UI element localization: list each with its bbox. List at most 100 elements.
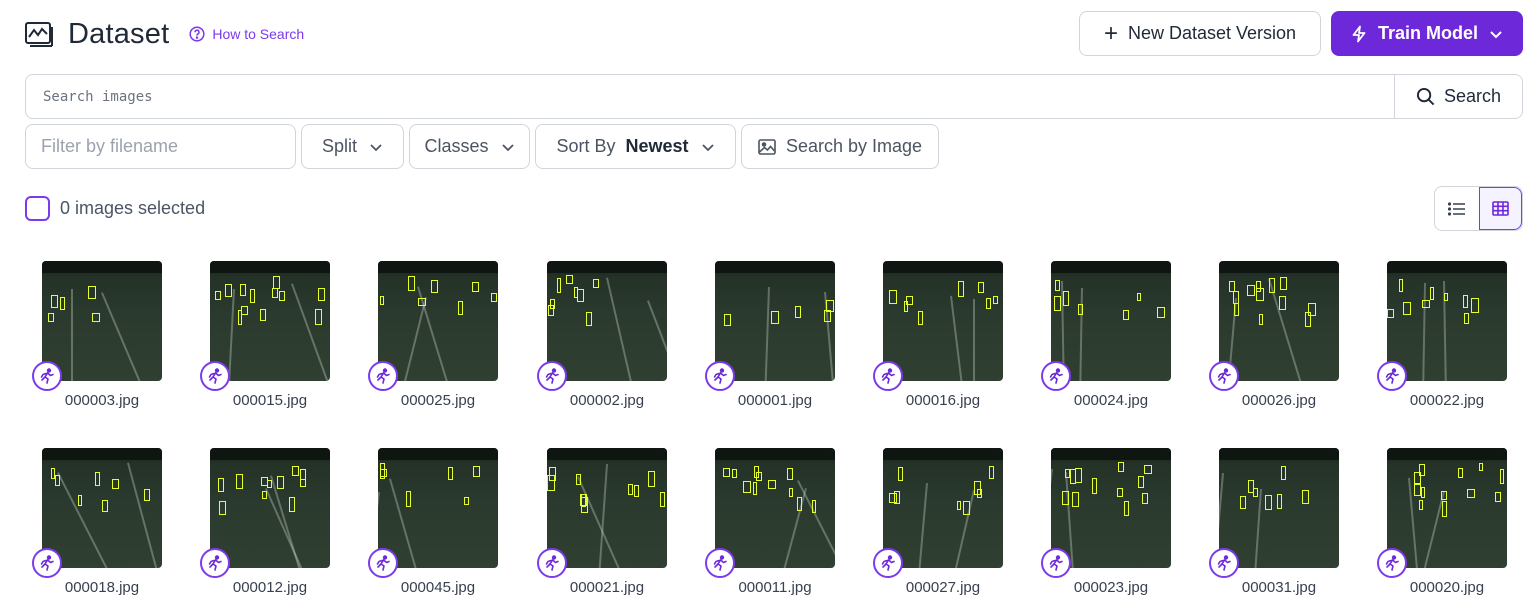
- annotation-box: [993, 296, 998, 304]
- classes-dropdown[interactable]: Classes: [409, 124, 530, 169]
- field-line: [596, 464, 608, 568]
- search-icon: [1416, 87, 1435, 106]
- annotation-box: [580, 494, 587, 506]
- image-card[interactable]: 000045.jpg: [360, 448, 500, 608]
- annotation-box: [586, 312, 592, 326]
- annotation-box: [1277, 494, 1282, 509]
- field-line: [973, 299, 975, 381]
- image-card[interactable]: 000012.jpg: [192, 448, 332, 608]
- image-card[interactable]: 000027.jpg: [865, 448, 1005, 608]
- image-filename: 000016.jpg: [905, 392, 981, 409]
- image-filename: 000023.jpg: [1073, 579, 1149, 596]
- field-line: [1250, 489, 1262, 568]
- image-thumbnail[interactable]: [1387, 448, 1507, 568]
- image-card[interactable]: 000031.jpg: [1201, 448, 1341, 608]
- filename-filter-input[interactable]: [25, 124, 296, 169]
- selection-row: 0 images selected: [25, 196, 205, 221]
- annotation-box: [1302, 490, 1309, 504]
- annotation-box: [1229, 281, 1235, 292]
- image-thumbnail[interactable]: [378, 448, 498, 568]
- image-thumbnail[interactable]: [42, 261, 162, 381]
- image-thumbnail[interactable]: [210, 448, 330, 568]
- annotation-box: [260, 309, 266, 321]
- annotation-box: [576, 474, 581, 485]
- annotation-box: [1458, 468, 1463, 478]
- sort-value: Newest: [625, 136, 689, 156]
- annotation-box: [812, 500, 816, 513]
- image-card[interactable]: 000001.jpg: [697, 261, 837, 421]
- new-dataset-version-button[interactable]: + New Dataset Version: [1079, 11, 1321, 56]
- image-card[interactable]: 000024.jpg: [1033, 261, 1173, 421]
- image-thumbnail[interactable]: [210, 261, 330, 381]
- image-thumbnail[interactable]: [1219, 261, 1339, 381]
- annotation-box: [1430, 287, 1434, 300]
- split-dropdown[interactable]: Split: [301, 124, 404, 169]
- grid-view-button[interactable]: [1478, 187, 1522, 230]
- image-thumbnail[interactable]: [1051, 261, 1171, 381]
- search-button[interactable]: Search: [1394, 75, 1522, 118]
- search-by-image-button[interactable]: Search by Image: [741, 124, 939, 169]
- image-thumbnail[interactable]: [42, 448, 162, 568]
- annotation-box: [102, 500, 108, 512]
- annotation-box: [986, 298, 991, 309]
- image-thumbnail[interactable]: [883, 261, 1003, 381]
- annotation-box: [787, 468, 793, 480]
- image-card[interactable]: 000025.jpg: [360, 261, 500, 421]
- annotation-box: [1421, 487, 1425, 498]
- person-class-badge-icon: [1041, 361, 1071, 391]
- image-card[interactable]: 000022.jpg: [1369, 261, 1509, 421]
- search-input[interactable]: [26, 75, 1394, 118]
- annotation-box: [1403, 302, 1411, 315]
- annotation-box: [88, 286, 96, 299]
- annotation-box: [1399, 279, 1403, 292]
- image-card[interactable]: 000011.jpg: [697, 448, 837, 608]
- image-thumbnail[interactable]: [1219, 448, 1339, 568]
- annotation-box: [218, 478, 224, 492]
- train-model-label: Train Model: [1377, 23, 1478, 43]
- chevron-down-icon: [501, 143, 514, 151]
- select-all-checkbox[interactable]: [25, 196, 50, 221]
- image-thumbnail[interactable]: [547, 448, 667, 568]
- thumbnail-background: [883, 261, 1003, 273]
- image-card[interactable]: 000026.jpg: [1201, 261, 1341, 421]
- annotation-box: [95, 472, 100, 486]
- annotation-box: [1414, 472, 1421, 484]
- image-thumbnail[interactable]: [715, 448, 835, 568]
- image-thumbnail[interactable]: [883, 448, 1003, 568]
- train-model-button[interactable]: Train Model: [1331, 11, 1523, 56]
- field-line: [1421, 283, 1426, 381]
- plus-icon: +: [1103, 19, 1118, 47]
- lightning-icon: [1352, 25, 1366, 42]
- image-thumbnail[interactable]: [715, 261, 835, 381]
- image-card[interactable]: 000002.jpg: [529, 261, 669, 421]
- image-card[interactable]: 000020.jpg: [1369, 448, 1509, 608]
- image-card[interactable]: 000023.jpg: [1033, 448, 1173, 608]
- grid-icon: [1492, 201, 1510, 216]
- image-thumbnail[interactable]: [378, 261, 498, 381]
- list-view-button[interactable]: [1435, 187, 1479, 230]
- image-card[interactable]: 000016.jpg: [865, 261, 1005, 421]
- image-card[interactable]: 000021.jpg: [529, 448, 669, 608]
- annotation-box: [1233, 291, 1239, 304]
- chevron-down-icon: [370, 143, 382, 151]
- annotation-box: [1055, 280, 1060, 291]
- annotation-box: [215, 291, 221, 300]
- image-card[interactable]: 000003.jpg: [24, 261, 164, 421]
- annotation-box: [1463, 295, 1468, 308]
- image-card[interactable]: 000015.jpg: [192, 261, 332, 421]
- annotation-box: [55, 475, 60, 486]
- field-line: [647, 300, 667, 381]
- image-thumbnail[interactable]: [1051, 448, 1171, 568]
- image-card[interactable]: 000018.jpg: [24, 448, 164, 608]
- how-to-search-link[interactable]: How to Search: [189, 26, 304, 42]
- annotation-box: [1092, 478, 1097, 494]
- annotation-box: [577, 289, 584, 302]
- image-thumbnail[interactable]: [1387, 261, 1507, 381]
- sort-dropdown[interactable]: Sort By Newest: [535, 124, 736, 169]
- image-thumbnail[interactable]: [547, 261, 667, 381]
- annotation-box: [1070, 469, 1076, 484]
- annotation-box: [1138, 476, 1144, 488]
- annotation-box: [315, 309, 322, 325]
- thumbnail-background: [547, 261, 667, 273]
- annotation-box: [1063, 291, 1069, 306]
